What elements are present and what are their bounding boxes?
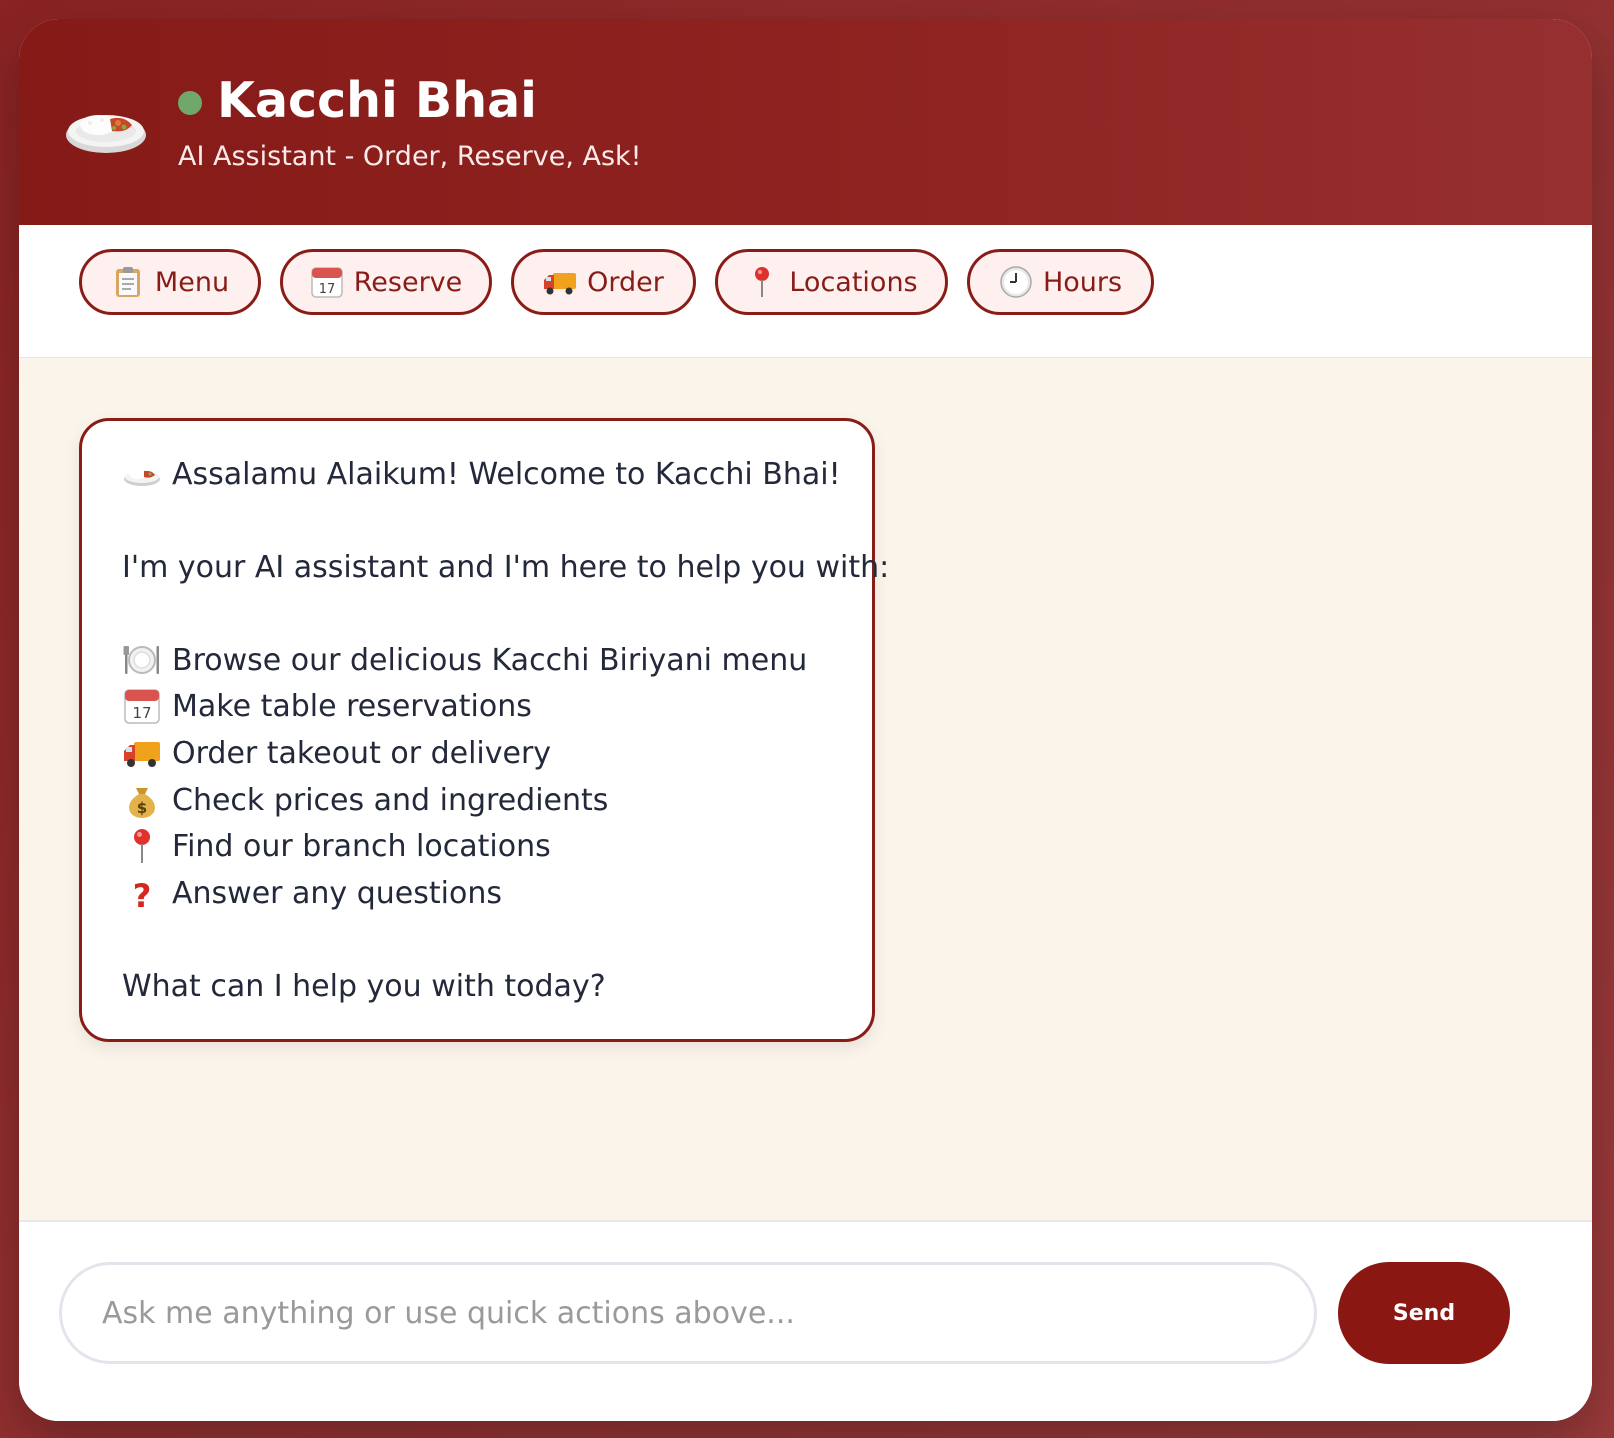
order-button[interactable]: Order: [511, 249, 696, 315]
menu-button-label: Menu: [154, 266, 230, 298]
calendar-icon: 17: [310, 267, 343, 298]
reserve-button-label: Reserve: [353, 266, 463, 298]
plate-cutlery-icon: [123, 646, 159, 674]
message-input[interactable]: [59, 1262, 1317, 1364]
clock-icon: [1000, 266, 1032, 298]
send-button[interactable]: Send: [1338, 1262, 1510, 1364]
intro-text: I'm your AI assistant and I'm here to he…: [122, 549, 890, 585]
list-item: Find our branch locations: [122, 823, 551, 869]
assistant-message-bubble: Assalamu Alaikum! Welcome to Kacchi Bhai…: [79, 418, 889, 1042]
list-item-text: Find our branch locations: [172, 828, 551, 864]
header-title-row: Kacchi Bhai: [178, 71, 537, 131]
list-item-text: Check prices and ingredients: [172, 782, 609, 818]
svg-text:17: 17: [132, 704, 151, 722]
list-item: 17 Make table reservations: [122, 683, 532, 729]
clipboard-icon: [115, 267, 140, 297]
biryani-plate-icon: [124, 469, 160, 486]
chat-header: Kacchi Bhai AI Assistant - Order, Reserv…: [19, 19, 1592, 225]
hours-button[interactable]: Hours: [967, 249, 1154, 315]
list-item: Order takeout or delivery: [122, 730, 551, 776]
biryani-plate-icon: [66, 115, 146, 153]
list-item-text: Make table reservations: [172, 688, 532, 724]
reserve-button[interactable]: 17 Reserve: [280, 249, 492, 315]
greeting-text: Assalamu Alaikum! Welcome to Kacchi Bhai…: [172, 456, 841, 492]
svg-text:?: ?: [133, 877, 152, 913]
chat-window: Kacchi Bhai AI Assistant - Order, Reserv…: [19, 19, 1592, 1421]
list-item: ? Answer any questions: [122, 870, 502, 916]
list-item: Browse our delicious Kacchi Biriyani men…: [122, 637, 807, 683]
closing-text: What can I help you with today?: [122, 968, 606, 1004]
list-item-text: Browse our delicious Kacchi Biriyani men…: [172, 642, 808, 678]
hours-button-label: Hours: [1042, 266, 1123, 298]
list-item-text: Answer any questions: [172, 875, 502, 911]
list-item: $ Check prices and ingredients: [122, 777, 608, 823]
locations-button[interactable]: Locations: [715, 249, 948, 315]
money-bag-icon: $: [129, 788, 155, 818]
delivery-truck-icon: [544, 273, 577, 295]
message-greeting-line: Assalamu Alaikum! Welcome to Kacchi Bhai…: [122, 451, 841, 497]
order-button-label: Order: [587, 266, 664, 298]
locations-button-label: Locations: [789, 266, 918, 298]
map-pin-icon: [755, 267, 770, 297]
message-intro-line: I'm your AI assistant and I'm here to he…: [122, 544, 889, 590]
message-closing-line: What can I help you with today?: [122, 963, 606, 1009]
chat-messages[interactable]: Assalamu Alaikum! Welcome to Kacchi Bhai…: [19, 358, 1592, 1220]
composer-bar: Send: [19, 1220, 1592, 1421]
header-subtitle: AI Assistant - Order, Reserve, Ask!: [178, 141, 642, 172]
online-status-icon: [178, 91, 202, 115]
menu-button[interactable]: Menu: [79, 249, 261, 315]
question-mark-icon: ?: [133, 877, 152, 913]
svg-text:17: 17: [318, 282, 335, 297]
page-title: Kacchi Bhai: [217, 72, 537, 129]
delivery-truck-icon: [124, 742, 160, 767]
map-pin-icon: [134, 829, 150, 863]
calendar-icon: 17: [124, 689, 160, 724]
list-item-text: Order takeout or delivery: [172, 735, 552, 771]
svg-text:$: $: [137, 799, 147, 817]
